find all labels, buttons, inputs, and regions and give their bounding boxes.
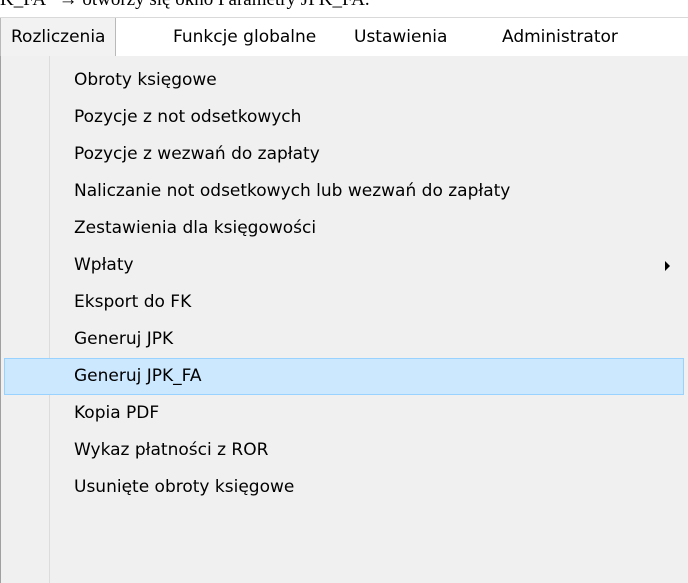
- menu-item-generuj-jpk-fa[interactable]: Generuj JPK_FA: [4, 358, 684, 395]
- menu-item-label: Generuj JPK: [74, 329, 174, 349]
- menu-item-naliczanie-not[interactable]: Naliczanie not odsetkowych lub wezwań do…: [4, 173, 684, 210]
- menubar-funkcje-globalne[interactable]: Funkcje globalne: [173, 18, 316, 58]
- menu-item-label: Obroty księgowe: [74, 70, 217, 90]
- menu-item-label: Zestawienia dla księgowości: [74, 218, 317, 238]
- menubar-administrator[interactable]: Administrator: [502, 18, 618, 58]
- menu-item-label: Pozycje z wezwań do zapłaty: [74, 144, 320, 164]
- menu-item-label: Naliczanie not odsetkowych lub wezwań do…: [74, 181, 511, 201]
- menubar-ustawienia[interactable]: Ustawienia: [354, 18, 447, 58]
- menu-item-pozycje-z-wezwan[interactable]: Pozycje z wezwań do zapłaty: [4, 136, 684, 173]
- menu-item-usuniete-obroty[interactable]: Usunięte obroty księgowe: [4, 469, 684, 506]
- menu-item-label: Pozycje z not odsetkowych: [74, 107, 302, 127]
- menubar-rozliczenia[interactable]: Rozliczenia: [0, 18, 117, 58]
- menu-item-obroty-ksiegowe[interactable]: Obroty księgowe: [4, 62, 684, 99]
- menu-item-zestawienia[interactable]: Zestawienia dla księgowości: [4, 210, 684, 247]
- menu-bar: Rozliczenia Funkcje globalne Ustawienia …: [0, 17, 688, 58]
- submenu-arrow-icon: [665, 261, 670, 271]
- menu-item-label: Usunięte obroty księgowe: [74, 477, 295, 497]
- menu-item-label: Kopia PDF: [74, 403, 160, 423]
- menu-item-wplaty[interactable]: Wpłaty: [4, 247, 684, 284]
- menu-item-label: Wpłaty: [74, 255, 134, 275]
- menu-item-generuj-jpk[interactable]: Generuj JPK: [4, 321, 684, 358]
- menu-item-label: Eksport do FK: [74, 292, 192, 312]
- menu-item-wykaz-platnosci[interactable]: Wykaz płatności z ROR: [4, 432, 684, 469]
- menu-item-label: Generuj JPK_FA: [74, 366, 202, 386]
- menu-item-kopia-pdf[interactable]: Kopia PDF: [4, 395, 684, 432]
- menu-item-eksport-do-fk[interactable]: Eksport do FK: [4, 284, 684, 321]
- document-text-fragment: K_FA" → otworzy się okno Parametry JPK_F…: [0, 0, 370, 11]
- menu-item-pozycje-z-not-odsetkowych[interactable]: Pozycje z not odsetkowych: [4, 99, 684, 136]
- menu-item-label: Wykaz płatności z ROR: [74, 440, 269, 460]
- rozliczenia-dropdown-menu: Obroty księgowe Pozycje z not odsetkowyc…: [0, 56, 688, 583]
